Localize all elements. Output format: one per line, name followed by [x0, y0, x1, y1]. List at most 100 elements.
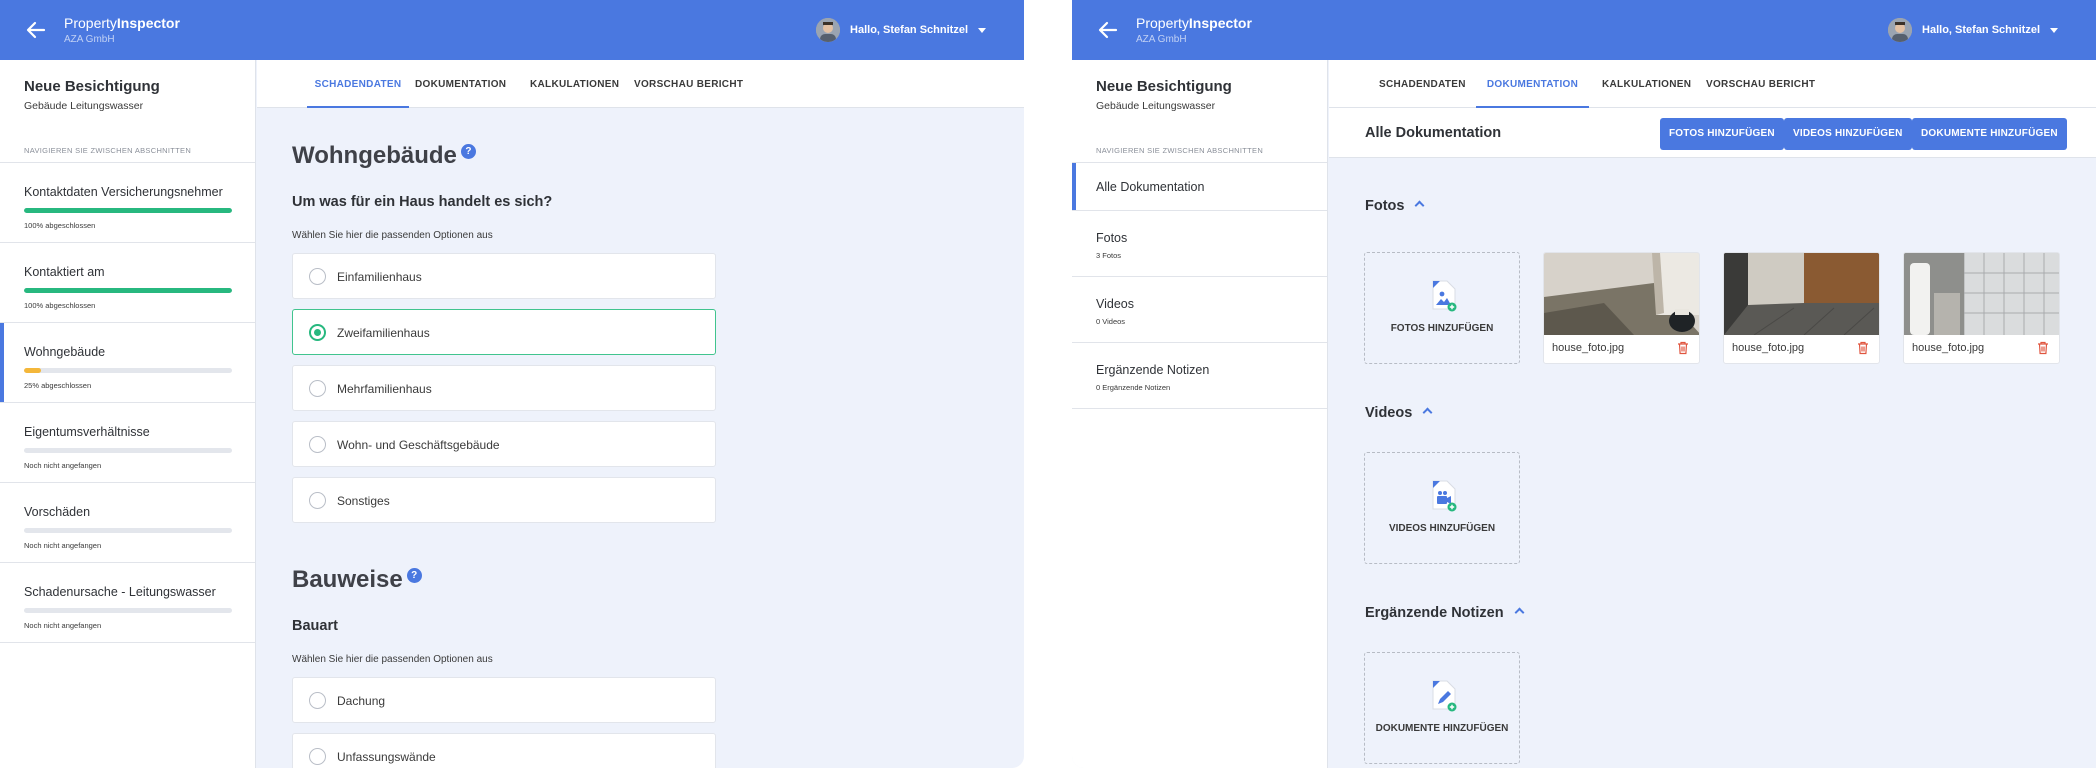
- trash-icon[interactable]: [2037, 341, 2049, 355]
- add-photos-button[interactable]: FOTOS HINZUFÜGEN: [1660, 118, 1784, 150]
- tab-kalkulationen[interactable]: KALKULATIONEN: [1602, 60, 1691, 108]
- tab-vorschau-bericht[interactable]: VORSCHAU BERICHT: [634, 60, 743, 108]
- add-image-icon: [1432, 280, 1457, 312]
- doc-category-all[interactable]: Alle Dokumentation: [1072, 163, 1327, 211]
- section-item-kontaktiert[interactable]: Kontaktiert am 100% abgeschlossen: [0, 243, 255, 323]
- section-status: 100% abgeschlossen: [24, 221, 96, 230]
- sections-sidebar: Neue Besichtigung Gebäude Leitungswasser…: [0, 60, 256, 768]
- radio-button[interactable]: [309, 268, 326, 285]
- add-videos-button[interactable]: VIDEOS HINZUFÜGEN: [1784, 118, 1912, 150]
- progress-bar: [24, 528, 232, 533]
- chevron-up-icon[interactable]: [1514, 607, 1525, 618]
- option-label: Zweifamilienhaus: [337, 326, 430, 340]
- doc-category-videos[interactable]: Videos 0 Videos: [1072, 277, 1327, 343]
- section-heading-wohngebaeude: Wohngebäude?: [292, 142, 476, 170]
- inspection-form-screen: PropertyInspector AZA GmbH Hallo, Stefan…: [0, 0, 1024, 768]
- category-name: Videos: [1096, 297, 1134, 311]
- section-heading-bauweise: Bauweise?: [292, 566, 422, 594]
- documentation-sidebar: Neue Besichtigung Gebäude Leitungswasser…: [1072, 60, 1328, 768]
- radio-button[interactable]: [309, 748, 326, 765]
- option-wohn-geschaeft[interactable]: Wohn- und Geschäftsgebäude: [292, 421, 716, 467]
- add-documents-button[interactable]: DOKUMENTE HINZUFÜGEN: [1912, 118, 2067, 150]
- tab-dokumentation[interactable]: DOKUMENTATION: [415, 60, 506, 108]
- radio-button[interactable]: [309, 492, 326, 509]
- option-sonstiges[interactable]: Sonstiges: [292, 477, 716, 523]
- back-arrow-icon[interactable]: [22, 16, 50, 44]
- tab-schadendaten[interactable]: SCHADENDATEN: [307, 60, 409, 108]
- add-photo-dropzone[interactable]: FOTOS HINZUFÜGEN: [1364, 252, 1520, 364]
- tab-schadendaten[interactable]: SCHADENDATEN: [1379, 60, 1466, 108]
- radio-button[interactable]: [309, 692, 326, 709]
- section-status: Noch nicht angefangen: [24, 541, 102, 550]
- section-title: Videos: [1365, 405, 1413, 421]
- option-mehrfamilienhaus[interactable]: Mehrfamilienhaus: [292, 365, 716, 411]
- trash-icon[interactable]: [1677, 341, 1689, 355]
- progress-bar: [24, 368, 232, 373]
- add-document-dropzone[interactable]: DOKUMENTE HINZUFÜGEN: [1364, 652, 1520, 764]
- section-name: Eigentumsverhältnisse: [24, 425, 150, 439]
- notes-section-header[interactable]: Ergänzende Notizen: [1365, 605, 1525, 621]
- radio-button[interactable]: [309, 380, 326, 397]
- photo-thumbnail[interactable]: [1544, 253, 1700, 335]
- user-menu[interactable]: Hallo, Stefan Schnitzel: [1888, 18, 2058, 42]
- tab-vorschau-bericht[interactable]: VORSCHAU BERICHT: [1706, 60, 1815, 108]
- videos-section-header[interactable]: Videos: [1365, 405, 1433, 421]
- progress-bar: [24, 288, 232, 293]
- section-name: Schadenursache - Leitungswasser: [24, 585, 216, 599]
- question-house-type: Um was für ein Haus handelt es sich?: [292, 194, 553, 210]
- photo-card[interactable]: house_foto.jpg: [1543, 252, 1700, 364]
- photo-thumbnail[interactable]: [1904, 253, 2060, 335]
- options-hint: Wählen Sie hier die passenden Optionen a…: [292, 654, 493, 665]
- brand-bold: Inspector: [116, 15, 180, 31]
- tab-dokumentation[interactable]: DOKUMENTATION: [1476, 60, 1589, 108]
- photo-card[interactable]: house_foto.jpg: [1903, 252, 2060, 364]
- back-arrow-icon[interactable]: [1094, 16, 1122, 44]
- photo-card[interactable]: house_foto.jpg: [1723, 252, 1880, 364]
- radio-button-selected[interactable]: [309, 324, 326, 341]
- chevron-up-icon[interactable]: [1422, 407, 1433, 418]
- photo-thumbnail[interactable]: [1724, 253, 1880, 335]
- tab-kalkulationen[interactable]: KALKULATIONEN: [530, 60, 619, 108]
- option-zweifamilienhaus[interactable]: Zweifamilienhaus: [292, 309, 716, 355]
- nav-caption: NAVIGIEREN SIE ZWISCHEN ABSCHNITTEN: [1096, 146, 1264, 155]
- section-item-kontaktdaten[interactable]: Kontaktdaten Versicherungsnehmer 100% abg…: [0, 163, 255, 243]
- trash-icon[interactable]: [1857, 341, 1869, 355]
- option-einfamilienhaus[interactable]: Einfamilienhaus: [292, 253, 716, 299]
- app-brand: PropertyInspector: [1136, 15, 1252, 31]
- option-unfassungswaende[interactable]: Unfassungswände: [292, 733, 716, 768]
- progress-bar: [24, 448, 232, 453]
- avatar: [1888, 18, 1913, 42]
- add-document-icon: [1432, 680, 1457, 712]
- doc-category-notizen[interactable]: Ergänzende Notizen 0 Ergänzende Notizen: [1072, 343, 1327, 409]
- chevron-up-icon[interactable]: [1415, 200, 1425, 211]
- inspection-title: Neue Besichtigung: [24, 78, 160, 95]
- inspection-subtitle: Gebäude Leitungswasser: [1096, 100, 1216, 112]
- option-dachung[interactable]: Dachung: [292, 677, 716, 723]
- documentation-toolbar: Alle Dokumentation FOTOS HINZUFÜGEN VIDE…: [1329, 108, 2096, 158]
- app-header: PropertyInspector AZA GmbH Hallo, Stefan…: [1072, 0, 2096, 60]
- user-greeting: Hallo, Stefan Schnitzel: [850, 24, 968, 36]
- section-item-vorschaeden[interactable]: Vorschäden Noch nicht angefangen: [0, 483, 255, 563]
- photo-filename: house_foto.jpg: [1912, 342, 1985, 354]
- photo-filename: house_foto.jpg: [1552, 342, 1625, 354]
- main-tabs: SCHADENDATEN DOKUMENTATION KALKULATIONEN…: [257, 60, 1024, 108]
- section-name: Kontaktdaten Versicherungsnehmer: [24, 185, 223, 199]
- doc-category-fotos[interactable]: Fotos 3 Fotos: [1072, 211, 1327, 277]
- section-title: Fotos: [1365, 198, 1405, 214]
- progress-bar: [24, 608, 232, 613]
- help-icon[interactable]: ?: [460, 144, 476, 159]
- add-video-dropzone[interactable]: VIDEOS HINZUFÜGEN: [1364, 452, 1520, 564]
- section-item-wohngebaeude[interactable]: Wohngebäude 25% abgeschlossen: [0, 323, 255, 403]
- progress-fill: [24, 208, 232, 213]
- help-icon[interactable]: ?: [406, 568, 422, 583]
- question-bauart: Bauart: [292, 618, 338, 634]
- radio-button[interactable]: [309, 436, 326, 453]
- option-label: Sonstiges: [337, 494, 390, 508]
- section-item-schadenursache[interactable]: Schadenursache - Leitungswasser Noch nich…: [0, 563, 255, 643]
- app-brand: PropertyInspector: [64, 15, 180, 31]
- category-count: 0 Videos: [1096, 317, 1126, 326]
- section-item-eigentum[interactable]: Eigentumsverhältnisse Noch nicht angefang…: [0, 403, 255, 483]
- user-menu[interactable]: Hallo, Stefan Schnitzel: [816, 18, 986, 42]
- add-video-label: VIDEOS HINZUFÜGEN: [1388, 523, 1496, 534]
- fotos-section-header[interactable]: Fotos: [1365, 198, 1425, 214]
